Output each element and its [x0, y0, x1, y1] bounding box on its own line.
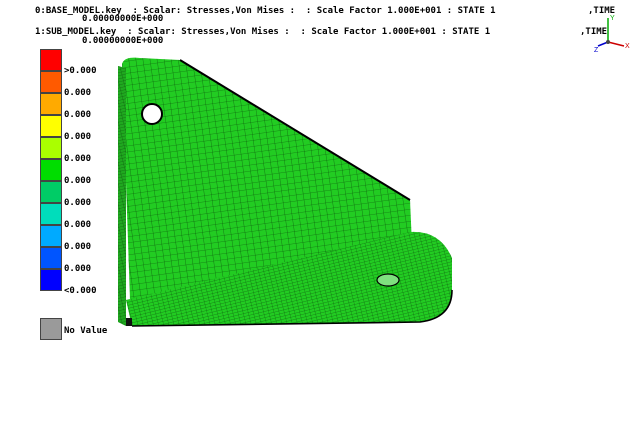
triad-z-label: Z — [594, 47, 599, 52]
model-viewport[interactable] — [0, 0, 640, 441]
triad-x-label: X — [625, 43, 630, 50]
triad-y-label: Y — [610, 15, 615, 22]
upper-bolt-hole — [141, 103, 163, 125]
lower-bolt-hole — [376, 273, 400, 287]
axis-triad: Y X Z — [594, 15, 630, 52]
